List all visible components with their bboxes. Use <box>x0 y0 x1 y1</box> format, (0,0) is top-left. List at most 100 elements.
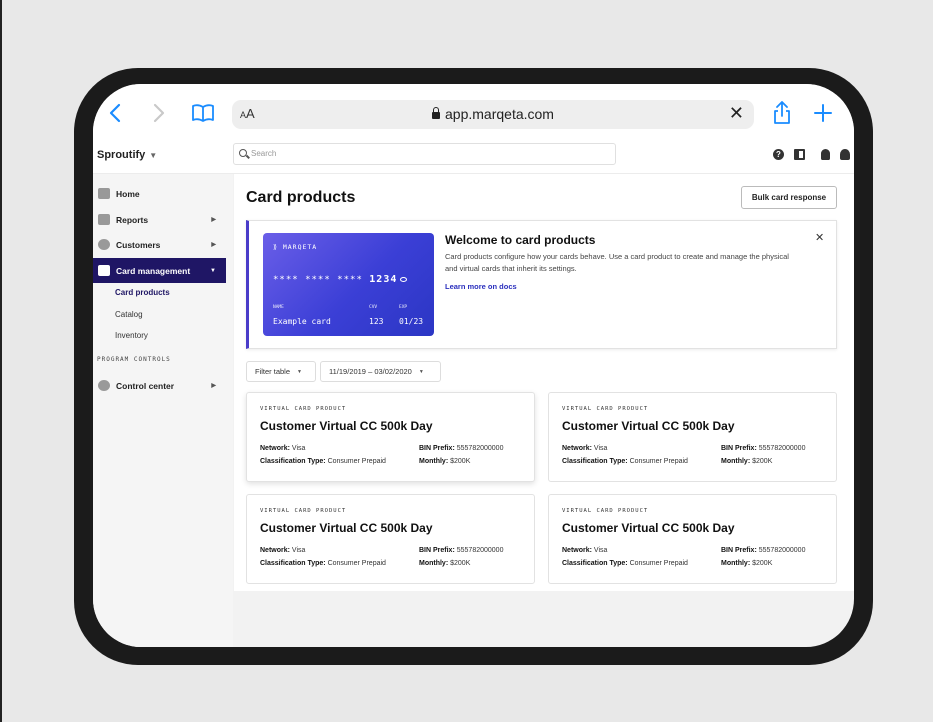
product-name: Customer Virtual CC 500k Day <box>260 419 433 433</box>
welcome-description: Card products configure how your cards b… <box>445 252 789 273</box>
product-bin: BIN Prefix: 555782000000 <box>419 547 503 554</box>
welcome-panel: ⟫ MARQETA **** **** **** 1234 NAME CVV E… <box>246 220 837 349</box>
url-display[interactable]: app.marqeta.com <box>232 106 754 122</box>
classification-label: Classification Type: <box>260 458 326 465</box>
stop-loading-icon[interactable]: ✕ <box>729 103 744 124</box>
classification-label: Classification Type: <box>562 560 628 567</box>
product-network: Network: Visa <box>562 547 607 554</box>
card-name-value: Example card <box>273 317 331 326</box>
card-last4: 1234 <box>369 274 398 285</box>
gear-icon <box>98 380 110 391</box>
sidebar-item-card-management[interactable]: Card management ▼ <box>93 258 226 283</box>
filter-table-dropdown[interactable]: Filter table ▼ <box>246 361 316 382</box>
network-value: Visa <box>291 547 306 554</box>
sidebar-subitem-inventory[interactable]: Inventory <box>115 331 148 340</box>
network-label: Network: <box>562 445 592 452</box>
new-tab-icon[interactable] <box>811 98 835 128</box>
card-number: **** **** **** 1234 <box>273 274 408 285</box>
monthly-label: Monthly: <box>721 458 751 465</box>
lock-icon <box>432 107 441 119</box>
classification-value: Consumer Prepaid <box>629 458 688 465</box>
card-brand: ⟫ MARQETA <box>273 243 318 251</box>
card-illustration: ⟫ MARQETA **** **** **** 1234 NAME CVV E… <box>263 233 434 336</box>
product-card[interactable]: VIRTUAL CARD PRODUCT Customer Virtual CC… <box>246 494 535 584</box>
product-network: Network: Visa <box>260 547 305 554</box>
sidebar-item-label: Card management <box>116 265 191 276</box>
network-label: Network: <box>260 547 290 554</box>
card-cvv-label: CVV <box>369 305 378 310</box>
sidebar-subitem-catalog[interactable]: Catalog <box>115 310 143 319</box>
chevron-down-icon: ▼ <box>210 267 216 274</box>
classification-value: Consumer Prepaid <box>327 458 386 465</box>
bookmarks-icon[interactable] <box>190 98 216 128</box>
product-card[interactable]: VIRTUAL CARD PRODUCT Customer Virtual CC… <box>548 494 837 584</box>
product-card[interactable]: VIRTUAL CARD PRODUCT Customer Virtual CC… <box>246 392 535 482</box>
sidebar-subitem-card-products[interactable]: Card products <box>115 288 170 297</box>
user-icon[interactable] <box>840 149 850 160</box>
search-input[interactable]: Search <box>233 143 616 165</box>
bin-value: 555782000000 <box>456 445 504 452</box>
welcome-title: Welcome to card products <box>445 233 596 247</box>
search-placeholder: Search <box>251 149 277 158</box>
product-bin: BIN Prefix: 555782000000 <box>721 547 805 554</box>
sidebar-item-control-center[interactable]: Control center ▶ <box>93 373 226 398</box>
browser-toolbar: AA app.marqeta.com ✕ <box>93 84 854 140</box>
org-switcher[interactable]: Sproutify ▼ <box>97 149 157 161</box>
sidebar-item-reports[interactable]: Reports ▶ <box>93 207 226 232</box>
network-label: Network: <box>562 547 592 554</box>
sidebar-item-customers[interactable]: Customers ▶ <box>93 232 226 257</box>
card-exp-label: EXP <box>399 305 408 310</box>
address-bar[interactable]: AA app.marqeta.com ✕ <box>232 100 754 129</box>
learn-more-link[interactable]: Learn more on docs <box>445 282 517 291</box>
date-range-dropdown[interactable]: 11/19/2019 – 03/02/2020 ▼ <box>320 361 441 382</box>
product-name: Customer Virtual CC 500k Day <box>260 521 433 535</box>
network-value: Visa <box>593 445 608 452</box>
product-monthly: Monthly: $200K <box>721 560 772 567</box>
product-monthly: Monthly: $200K <box>419 560 470 567</box>
tablet-frame: AA app.marqeta.com ✕ Sproutify ▼ Search ? <box>74 68 873 665</box>
forward-icon[interactable] <box>149 98 169 128</box>
network-value: Visa <box>291 445 306 452</box>
customers-icon <box>98 239 110 250</box>
share-icon[interactable] <box>771 98 793 128</box>
card-brand-name: MARQETA <box>282 243 318 251</box>
classification-value: Consumer Prepaid <box>629 560 688 567</box>
monthly-label: Monthly: <box>419 458 449 465</box>
back-icon[interactable] <box>105 98 125 128</box>
app-header: Sproutify ▼ Search ? <box>93 140 854 174</box>
bin-value: 555782000000 <box>758 547 806 554</box>
product-classification: Classification Type: Consumer Prepaid <box>562 560 688 567</box>
header-actions: ? <box>773 149 850 160</box>
search-icon <box>239 149 247 157</box>
card-exp-value: 01/23 <box>399 317 424 326</box>
bulk-card-response-button[interactable]: Bulk card response <box>741 186 837 209</box>
close-icon[interactable]: ✕ <box>815 231 824 244</box>
bell-icon[interactable] <box>821 149 830 160</box>
sidebar-item-label: Customers <box>116 239 161 250</box>
sidebar-item-label: Home <box>116 188 140 199</box>
monthly-value: $200K <box>450 560 471 567</box>
card-masked: **** **** **** <box>273 275 363 285</box>
monthly-label: Monthly: <box>721 560 751 567</box>
sidebar-item-label: Control center <box>116 380 175 391</box>
page-edge <box>0 0 2 722</box>
home-icon <box>98 188 110 199</box>
product-network: Network: Visa <box>562 445 607 452</box>
url-text: app.marqeta.com <box>445 106 554 122</box>
help-icon[interactable]: ? <box>773 149 784 160</box>
product-name: Customer Virtual CC 500k Day <box>562 419 735 433</box>
product-network: Network: Visa <box>260 445 305 452</box>
network-label: Network: <box>260 445 290 452</box>
eye-icon <box>400 277 408 282</box>
panel-icon[interactable] <box>794 149 805 160</box>
chevron-right-icon: ▶ <box>211 217 216 223</box>
reports-icon <box>98 214 110 225</box>
filter-table-label: Filter table <box>255 367 291 376</box>
classification-value: Consumer Prepaid <box>327 560 386 567</box>
product-card[interactable]: VIRTUAL CARD PRODUCT Customer Virtual CC… <box>548 392 837 482</box>
product-classification: Classification Type: Consumer Prepaid <box>260 560 386 567</box>
product-classification: Classification Type: Consumer Prepaid <box>260 458 386 465</box>
monthly-value: $200K <box>752 560 773 567</box>
product-monthly: Monthly: $200K <box>721 458 772 465</box>
sidebar-item-home[interactable]: Home <box>93 181 226 206</box>
